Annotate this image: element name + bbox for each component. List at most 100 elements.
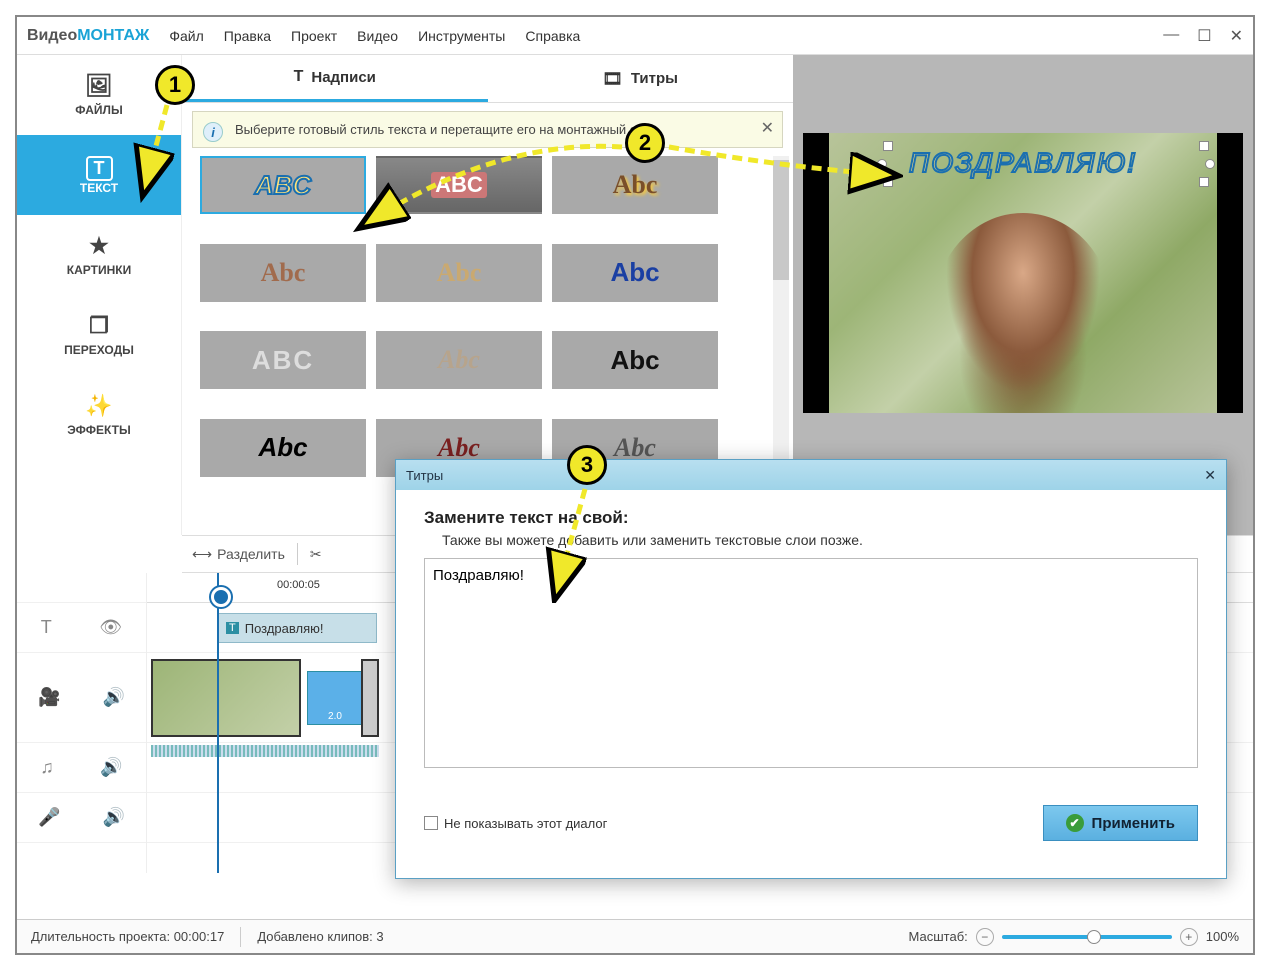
apply-label: Применить bbox=[1092, 815, 1175, 832]
menu-help[interactable]: Справка bbox=[525, 28, 580, 44]
minimize-icon[interactable]: — bbox=[1163, 26, 1179, 46]
sidebar-item-effects[interactable]: ✨ ЭФФЕКТЫ bbox=[17, 375, 181, 455]
style-card-8[interactable]: Abc bbox=[376, 331, 542, 389]
dont-show-label: Не показывать этот диалог bbox=[444, 816, 607, 831]
toolbar-separator bbox=[297, 543, 298, 565]
logo-part1: Видео bbox=[27, 27, 77, 44]
dialog-footer: Не показывать этот диалог ✔ Применить bbox=[396, 791, 1226, 855]
split-icon: ⟷ bbox=[192, 546, 212, 563]
duration-value: 00:00:17 bbox=[174, 929, 225, 944]
menu-tools[interactable]: Инструменты bbox=[418, 28, 505, 44]
style-card-6[interactable]: Abc bbox=[552, 244, 718, 302]
status-bar: Длительность проекта: 00:00:17 Добавлено… bbox=[17, 919, 1253, 953]
ruler-header bbox=[17, 573, 146, 603]
caption-icon: T bbox=[294, 68, 304, 86]
style-card-7[interactable]: ABC bbox=[200, 331, 366, 389]
info-close-icon[interactable]: ✕ bbox=[761, 118, 774, 138]
star-icon: ★ bbox=[89, 233, 109, 259]
dialog-body: Замените текст на свой: Также вы можете … bbox=[396, 490, 1226, 791]
style-card-10[interactable]: Abc bbox=[200, 419, 366, 477]
zoom-in-button[interactable]: + bbox=[1180, 928, 1198, 946]
annotation-arrow-2a bbox=[347, 133, 627, 243]
check-icon: ✔ bbox=[1066, 814, 1084, 832]
styles-scrollbar[interactable] bbox=[773, 156, 789, 496]
apply-button[interactable]: ✔ Применить bbox=[1043, 805, 1198, 841]
text-clip[interactable]: T Поздравляю! bbox=[217, 613, 377, 643]
sidebar-label-text: ТЕКСТ bbox=[80, 181, 118, 195]
clips-value: 3 bbox=[376, 929, 383, 944]
style-card-9[interactable]: Abc bbox=[552, 331, 718, 389]
sidebar-label-pictures: КАРТИНКИ bbox=[67, 263, 131, 277]
resize-handle[interactable] bbox=[1205, 159, 1215, 169]
zoom-control: Масштаб: − + 100% bbox=[909, 928, 1239, 946]
transition-clip[interactable]: 2.0 bbox=[307, 671, 363, 725]
split-button[interactable]: ⟷ Разделить bbox=[192, 546, 285, 563]
speaker-icon[interactable]: 🔊 bbox=[103, 807, 125, 828]
eye-icon[interactable]: 👁 bbox=[99, 617, 122, 638]
dialog-titlebar[interactable]: Титры ✕ bbox=[396, 460, 1226, 490]
style-card-4[interactable]: Abc bbox=[200, 244, 366, 302]
preview-caption[interactable]: ПОЗДРАВЛЯЮ! bbox=[909, 147, 1137, 179]
tab-captions[interactable]: T Надписи bbox=[182, 55, 488, 102]
close-icon[interactable]: ✕ bbox=[1230, 26, 1243, 46]
dont-show-checkbox[interactable]: Не показывать этот диалог bbox=[424, 816, 607, 831]
style-card-1[interactable]: ABC bbox=[200, 156, 366, 214]
film-icon: 🎞 bbox=[603, 69, 623, 89]
sidebar-item-transitions[interactable]: ❐ ПЕРЕХОДЫ bbox=[17, 295, 181, 375]
text-track-icon[interactable]: T bbox=[41, 617, 52, 638]
image-icon: 🖼 bbox=[85, 73, 113, 99]
tabs: T Надписи 🎞 Титры bbox=[182, 55, 793, 103]
annotation-arrow-1 bbox=[117, 97, 187, 207]
sidebar-item-pictures[interactable]: ★ КАРТИНКИ bbox=[17, 215, 181, 295]
zoom-label: Масштаб: bbox=[909, 929, 968, 944]
tab-credits[interactable]: 🎞 Титры bbox=[488, 55, 794, 102]
preview-person bbox=[933, 213, 1113, 413]
resize-handle[interactable] bbox=[1199, 141, 1209, 151]
checkbox-icon[interactable] bbox=[424, 816, 438, 830]
text-clip-label: Поздравляю! bbox=[245, 621, 324, 636]
clips-label: Добавлено клипов: bbox=[257, 929, 372, 944]
zoom-slider[interactable] bbox=[1002, 935, 1172, 939]
music-icon[interactable]: ♫ bbox=[40, 757, 54, 778]
annotation-arrow-2b bbox=[663, 137, 903, 197]
sidebar-label-effects: ЭФФЕКТЫ bbox=[67, 423, 130, 437]
ruler-tick: 00:00:05 bbox=[277, 579, 320, 591]
wand-icon: ✨ bbox=[85, 393, 112, 419]
video-clip[interactable] bbox=[151, 659, 301, 737]
menubar: ВидеоМОНТАЖ Файл Правка Проект Видео Инс… bbox=[17, 17, 1253, 55]
zoom-slider-thumb[interactable] bbox=[1087, 930, 1101, 944]
status-separator bbox=[240, 927, 241, 947]
video-clip-2[interactable] bbox=[361, 659, 379, 737]
style-card-5[interactable]: Abc bbox=[376, 244, 542, 302]
timeline-track-headers: T 👁 🎥 🔊 ♫ 🔊 🎤 🔊 bbox=[17, 573, 147, 873]
zoom-out-button[interactable]: − bbox=[976, 928, 994, 946]
resize-handle[interactable] bbox=[1199, 177, 1209, 187]
menu-video[interactable]: Видео bbox=[357, 28, 398, 44]
zoom-value: 100% bbox=[1206, 929, 1239, 944]
dialog-close-icon[interactable]: ✕ bbox=[1204, 467, 1216, 484]
menu-project[interactable]: Проект bbox=[291, 28, 337, 44]
mic-icon[interactable]: 🎤 bbox=[38, 807, 60, 828]
text-clip-icon: T bbox=[226, 622, 239, 634]
tab-captions-label: Надписи bbox=[311, 69, 376, 86]
transition-duration: 2.0 bbox=[328, 711, 342, 722]
camera-icon[interactable]: 🎥 bbox=[38, 687, 60, 708]
cut-button[interactable]: ✂ bbox=[310, 546, 322, 563]
speaker-icon[interactable]: 🔊 bbox=[100, 757, 122, 778]
voice-track-header: 🎤 🔊 bbox=[17, 793, 146, 843]
annotation-badge-2: 2 bbox=[625, 123, 665, 163]
playhead[interactable] bbox=[217, 573, 219, 873]
speaker-icon[interactable]: 🔊 bbox=[103, 687, 125, 708]
menu-file[interactable]: Файл bbox=[169, 28, 203, 44]
info-icon: i bbox=[203, 122, 223, 142]
app-window: ВидеоМОНТАЖ Файл Правка Проект Видео Инс… bbox=[15, 15, 1255, 955]
layers-icon: ❐ bbox=[89, 313, 109, 339]
app-logo: ВидеоМОНТАЖ bbox=[27, 27, 149, 45]
maximize-icon[interactable]: ☐ bbox=[1197, 26, 1211, 46]
tab-credits-label: Титры bbox=[631, 70, 678, 87]
scissors-icon: ✂ bbox=[310, 546, 322, 563]
duration-label: Длительность проекта: bbox=[31, 929, 170, 944]
split-label: Разделить bbox=[217, 546, 285, 562]
menu-edit[interactable]: Правка bbox=[224, 28, 271, 44]
video-track-header: 🎥 🔊 bbox=[17, 653, 146, 743]
